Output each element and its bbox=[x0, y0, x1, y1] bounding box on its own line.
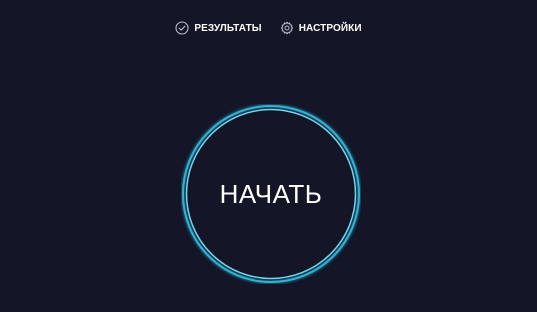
check-circle-icon bbox=[175, 21, 189, 35]
top-nav: РЕЗУЛЬТАТЫ НАСТРОЙКИ bbox=[0, 20, 537, 36]
nav-settings-label: НАСТРОЙКИ bbox=[298, 22, 362, 34]
nav-results[interactable]: РЕЗУЛЬТАТЫ bbox=[175, 21, 262, 35]
nav-results-label: РЕЗУЛЬТАТЫ bbox=[194, 22, 262, 34]
nav-settings[interactable]: НАСТРОЙКИ bbox=[280, 21, 362, 35]
start-button[interactable]: НАЧАТЬ bbox=[181, 104, 361, 284]
gear-icon bbox=[280, 21, 294, 35]
speedtest-page: РЕЗУЛЬТАТЫ НАСТРОЙКИ НАЧАТЬ bbox=[0, 0, 537, 312]
start-button-label: НАЧАТЬ bbox=[219, 178, 323, 209]
